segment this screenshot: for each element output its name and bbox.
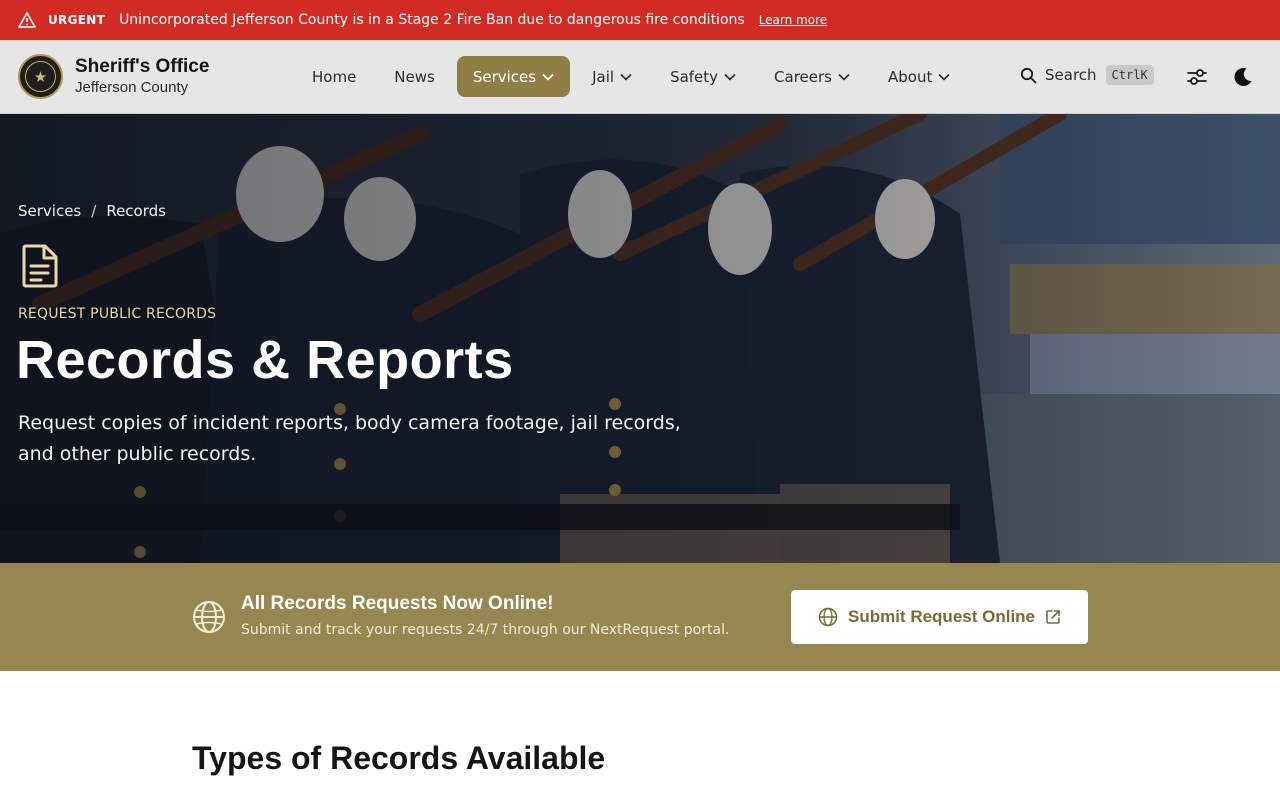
breadcrumb-services-link[interactable]: Services <box>18 202 81 220</box>
chevron-down-icon <box>838 73 850 81</box>
theme-toggle-button[interactable] <box>1231 65 1255 89</box>
urgent-alert-bar: URGENT Unincorporated Jefferson County i… <box>0 0 1280 40</box>
nav-item-services[interactable]: Services <box>456 56 571 97</box>
chevron-down-icon <box>620 73 632 81</box>
site-header: ★ Sheriff's Office Jefferson County Home… <box>0 40 1280 114</box>
hero-description: Request copies of incident reports, body… <box>18 412 681 465</box>
search-button[interactable]: Search CtrlK <box>1020 65 1154 85</box>
search-shortcut-badge: CtrlK <box>1105 65 1154 85</box>
records-types-heading: Types of Records Available <box>192 740 606 776</box>
banner-title: All Records Requests Now Online! <box>241 593 554 614</box>
breadcrumb-current: Records <box>106 202 166 220</box>
online-requests-banner: All Records Requests Now Online! Submit … <box>0 563 1280 671</box>
brand-home-link[interactable]: ★ Sheriff's Office Jefferson County <box>18 54 209 99</box>
globe-icon <box>818 607 838 627</box>
nav-item-safety[interactable]: Safety <box>654 56 752 97</box>
nav-item-label: About <box>888 67 933 86</box>
nav-item-label: News <box>394 67 435 86</box>
search-icon <box>1020 67 1037 83</box>
nav-item-jail[interactable]: Jail <box>576 56 648 97</box>
page-title: Records & Reports <box>16 330 514 390</box>
external-link-icon <box>1046 610 1060 624</box>
hero-eyebrow: REQUEST PUBLIC RECORDS <box>18 306 217 322</box>
banner-subtitle: Submit and track your requests 24/7 thro… <box>241 622 730 638</box>
chevron-down-icon <box>724 73 736 81</box>
hero-section: Services / Records REQUEST PUBLIC RECORD… <box>0 114 1280 563</box>
sheriff-badge-logo: ★ <box>18 54 63 99</box>
nav-item-news[interactable]: News <box>378 56 451 97</box>
breadcrumb-separator: / <box>91 202 97 220</box>
brand-title: Sheriff's Office <box>75 55 210 77</box>
chevron-down-icon <box>542 73 554 81</box>
nav-item-label: Services <box>472 67 537 86</box>
main-nav: Home News Services Jail Safety Careers A… <box>296 56 972 97</box>
chevron-down-icon <box>938 73 950 81</box>
alert-learn-more-link[interactable]: Learn more <box>759 13 827 27</box>
submit-request-online-button[interactable]: Submit Request Online <box>791 590 1088 644</box>
nav-item-label: Home <box>312 67 357 86</box>
globe-icon <box>193 601 225 633</box>
brand-subtitle: Jefferson County <box>75 78 189 96</box>
moon-icon <box>1234 67 1252 86</box>
breadcrumb: Services / Records <box>18 202 166 220</box>
nav-item-label: Safety <box>670 67 719 86</box>
alert-label: URGENT <box>48 13 106 27</box>
alert-message: Unincorporated Jefferson County is in a … <box>119 12 745 28</box>
nav-item-label: Jail <box>592 67 615 86</box>
nav-item-home[interactable]: Home <box>296 56 372 97</box>
nav-item-label: Careers <box>774 67 832 86</box>
search-label: Search <box>1045 66 1097 84</box>
display-settings-button[interactable] <box>1185 65 1209 89</box>
nav-item-careers[interactable]: Careers <box>758 56 866 97</box>
document-icon <box>22 244 58 288</box>
nav-item-about[interactable]: About <box>872 56 966 97</box>
warning-icon <box>18 11 36 29</box>
submit-request-label: Submit Request Online <box>847 607 1036 626</box>
sliders-icon <box>1187 69 1207 85</box>
